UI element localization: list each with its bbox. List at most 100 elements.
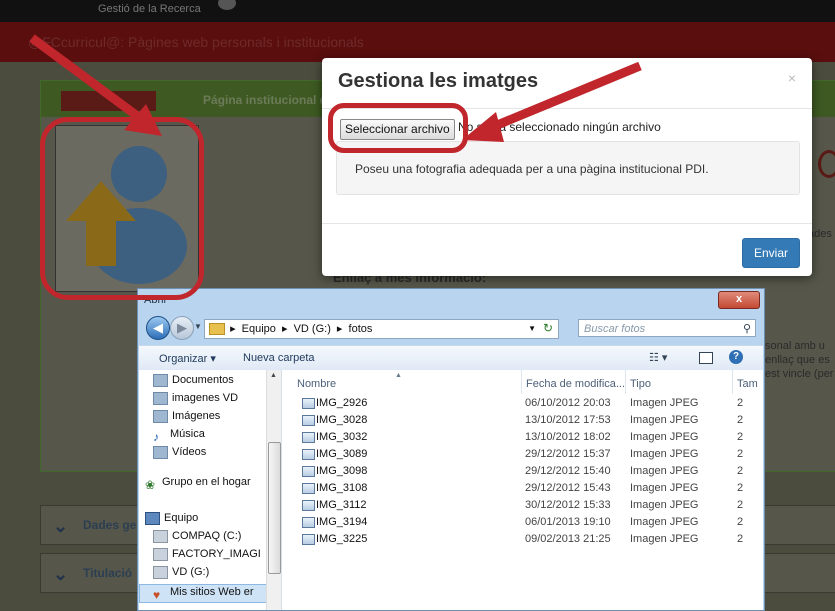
nav-item-label: Mis sitios Web er bbox=[170, 586, 254, 598]
preview-pane-icon[interactable] bbox=[699, 352, 713, 364]
file-row[interactable]: IMG_3225 09/02/2013 21:25 Imagen JPEG 2 bbox=[282, 531, 763, 547]
help-icon[interactable]: ? bbox=[729, 350, 743, 364]
file-row[interactable]: IMG_2926 06/10/2012 20:03 Imagen JPEG 2 bbox=[282, 395, 763, 411]
nav-item-label: Grupo en el hogar bbox=[162, 476, 251, 488]
scrollbar-thumb[interactable] bbox=[268, 442, 281, 574]
file-size: 2 bbox=[737, 431, 744, 443]
music-icon: ♪ bbox=[153, 429, 159, 444]
column-header-date[interactable]: Fecha de modifica... bbox=[521, 370, 625, 394]
file-type: Imagen JPEG bbox=[630, 414, 699, 426]
file-row[interactable]: IMG_3098 29/12/2012 15:40 Imagen JPEG 2 bbox=[282, 463, 763, 479]
file-type: Imagen JPEG bbox=[630, 431, 699, 443]
file-date: 06/10/2012 20:03 bbox=[525, 397, 611, 409]
file-name: IMG_3098 bbox=[316, 465, 368, 477]
accordion-label: Dades ge bbox=[83, 518, 137, 532]
image-file-icon bbox=[302, 500, 315, 511]
computer-icon bbox=[145, 511, 160, 525]
image-file-icon bbox=[302, 483, 315, 494]
institution-logo bbox=[61, 91, 156, 111]
nav-item-imagenes[interactable]: Imágenes bbox=[153, 408, 220, 424]
user-icon bbox=[218, 0, 236, 10]
forbidden-icon bbox=[818, 150, 835, 178]
file-date: 29/12/2012 15:43 bbox=[525, 482, 611, 494]
submit-button[interactable]: Enviar bbox=[741, 238, 800, 268]
nav-item-equipo[interactable]: Equipo bbox=[145, 510, 198, 526]
image-modal: Gestiona les imatges × Seleccionar archi… bbox=[322, 58, 812, 276]
file-date: 13/10/2012 17:53 bbox=[525, 414, 611, 426]
file-date: 30/12/2012 15:33 bbox=[525, 499, 611, 511]
file-size: 2 bbox=[737, 516, 744, 528]
nav-item-label: Imágenes bbox=[172, 410, 221, 422]
nav-item-imagenes-vd[interactable]: imagenes VD bbox=[153, 390, 238, 406]
drive-icon bbox=[153, 529, 168, 543]
file-row[interactable]: IMG_3028 13/10/2012 17:53 Imagen JPEG 2 bbox=[282, 412, 763, 428]
refresh-icon[interactable]: ↻ bbox=[540, 319, 556, 337]
new-folder-button[interactable]: Nueva carpeta bbox=[243, 352, 315, 364]
nav-item-label: Vídeos bbox=[172, 446, 207, 458]
file-name: IMG_3028 bbox=[316, 414, 368, 426]
image-file-icon bbox=[302, 517, 315, 528]
file-name: IMG_3225 bbox=[316, 533, 368, 545]
dialog-close-button[interactable]: x bbox=[718, 291, 760, 309]
breadcrumb[interactable]: ▸ Equipo ▸ VD (G:) ▸ fotos ▼ ↻ bbox=[204, 319, 559, 339]
nav-item-grupo-hogar[interactable]: ❀ Grupo en el hogar bbox=[145, 474, 251, 492]
breadcrumb-item[interactable]: fotos bbox=[349, 323, 373, 335]
file-size: 2 bbox=[737, 482, 744, 494]
nav-item-label: COMPAQ (C:) bbox=[172, 530, 242, 542]
file-type: Imagen JPEG bbox=[630, 533, 699, 545]
file-date: 06/01/2013 19:10 bbox=[525, 516, 611, 528]
search-icon[interactable]: ⚲ bbox=[743, 320, 751, 338]
forward-arrow-icon[interactable]: ▶ bbox=[170, 316, 194, 340]
image-file-icon bbox=[302, 398, 315, 409]
search-input[interactable]: Buscar fotos ⚲ bbox=[578, 319, 756, 337]
accordion-label: Titulació bbox=[83, 566, 133, 580]
file-type: Imagen JPEG bbox=[630, 397, 699, 409]
nav-item-factory[interactable]: FACTORY_IMAGI bbox=[153, 546, 261, 562]
annotation-ring-file-button bbox=[328, 103, 468, 153]
search-placeholder: Buscar fotos bbox=[584, 323, 646, 335]
history-dropdown-icon[interactable]: ▼ bbox=[194, 322, 202, 331]
column-header-name[interactable]: Nombre ▲ bbox=[297, 370, 402, 394]
breadcrumb-item[interactable]: Equipo bbox=[242, 323, 276, 335]
nav-item-documentos[interactable]: Documentos bbox=[153, 372, 234, 388]
file-row[interactable]: IMG_3108 29/12/2012 15:43 Imagen JPEG 2 bbox=[282, 480, 763, 496]
view-options-icon[interactable]: ☷ ▾ bbox=[649, 351, 667, 364]
file-type: Imagen JPEG bbox=[630, 482, 699, 494]
file-name: IMG_3194 bbox=[316, 516, 368, 528]
column-header-size[interactable]: Tam bbox=[732, 370, 758, 394]
nav-item-label: FACTORY_IMAGI bbox=[172, 548, 261, 560]
nav-item-videos[interactable]: Vídeos bbox=[153, 444, 206, 460]
document-folder-icon bbox=[153, 373, 168, 387]
nav-scrollbar[interactable]: ▲ bbox=[266, 370, 281, 610]
drive-icon bbox=[153, 565, 168, 579]
nav-item-label: Equipo bbox=[164, 512, 199, 524]
nav-item-compaq[interactable]: COMPAQ (C:) bbox=[153, 528, 241, 544]
file-name: IMG_3032 bbox=[316, 431, 368, 443]
file-row[interactable]: IMG_3194 06/01/2013 19:10 Imagen JPEG 2 bbox=[282, 514, 763, 530]
file-row[interactable]: IMG_3089 29/12/2012 15:37 Imagen JPEG 2 bbox=[282, 446, 763, 462]
breadcrumb-item[interactable]: VD (G:) bbox=[294, 323, 331, 335]
back-arrow-icon[interactable]: ◀ bbox=[146, 316, 170, 340]
file-date: 29/12/2012 15:40 bbox=[525, 465, 611, 477]
file-type: Imagen JPEG bbox=[630, 465, 699, 477]
close-icon[interactable]: × bbox=[788, 70, 796, 86]
organize-menu[interactable]: Organizar ▾ bbox=[159, 352, 216, 365]
file-name: IMG_3108 bbox=[316, 482, 368, 494]
side-text-3: enllaç que es bbox=[765, 354, 830, 366]
image-file-icon bbox=[302, 449, 315, 460]
column-header-type[interactable]: Tipo bbox=[625, 370, 651, 394]
video-folder-icon bbox=[153, 445, 168, 459]
file-type: Imagen JPEG bbox=[630, 499, 699, 511]
file-status: No se ha seleccionado ningún archivo bbox=[458, 120, 661, 134]
chevron-down-icon[interactable]: ▼ bbox=[528, 320, 536, 338]
file-row[interactable]: IMG_3032 13/10/2012 18:02 Imagen JPEG 2 bbox=[282, 429, 763, 445]
file-size: 2 bbox=[737, 397, 744, 409]
file-type: Imagen JPEG bbox=[630, 516, 699, 528]
nav-item-vd[interactable]: VD (G:) bbox=[153, 564, 209, 580]
nav-item-sitios-web[interactable]: ♥ Mis sitios Web er bbox=[153, 584, 254, 602]
image-file-icon bbox=[302, 415, 315, 426]
file-size: 2 bbox=[737, 499, 744, 511]
file-row[interactable]: IMG_3112 30/12/2012 15:33 Imagen JPEG 2 bbox=[282, 497, 763, 513]
nav-item-musica[interactable]: ♪ Música bbox=[153, 426, 205, 444]
scroll-up-icon[interactable]: ▲ bbox=[270, 372, 277, 379]
